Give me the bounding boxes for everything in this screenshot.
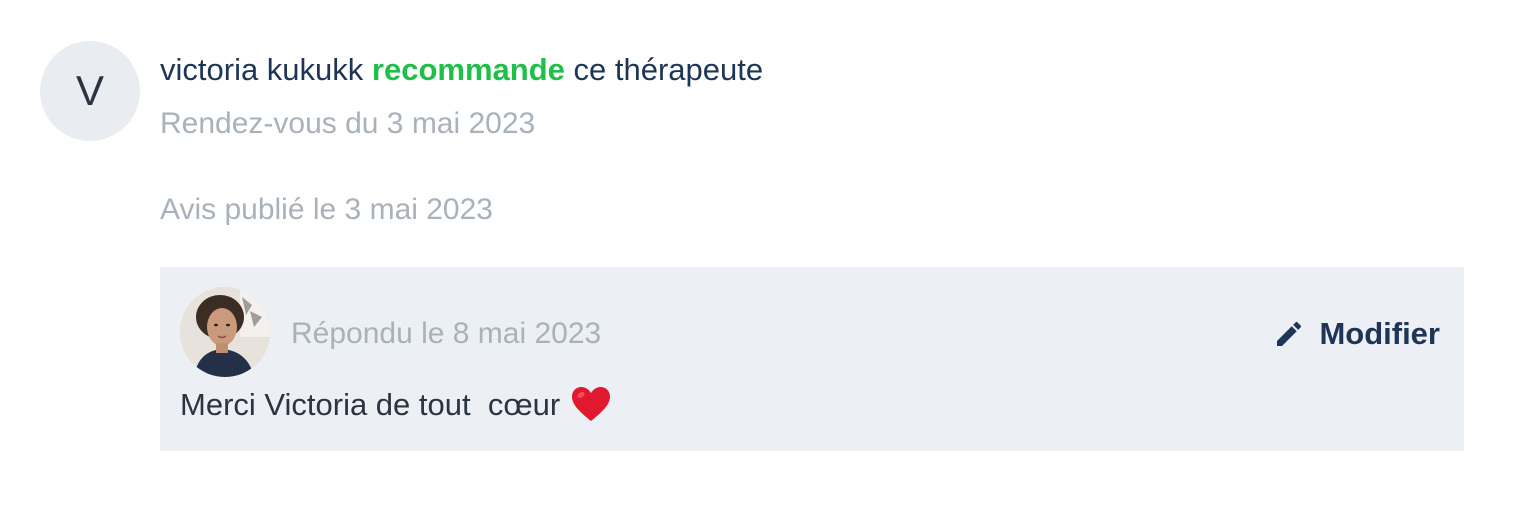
reviewer-name: victoria kukukk: [160, 52, 364, 87]
reply-message-text: Merci Victoria de tout cœur: [180, 387, 561, 422]
therapist-avatar: [180, 287, 270, 377]
reply-date: Répondu le 8 mai 2023: [291, 317, 602, 350]
avatar-initial: V: [75, 67, 104, 114]
reply-message: Merci Victoria de tout cœur: [180, 385, 612, 425]
review-headline: victoria kukukk recommande ce thérapeute: [160, 50, 763, 90]
published-date: Avis publié le 3 mai 2023: [160, 193, 493, 226]
appointment-date: Rendez-vous du 3 mai 2023: [160, 107, 536, 140]
edit-reply-button[interactable]: Modifier: [1273, 314, 1440, 354]
review-card: V victoria kukukk recommande ce thérapeu…: [0, 0, 1523, 522]
reply-box: Répondu le 8 mai 2023 Modifier Merci Vic…: [160, 267, 1464, 451]
reviewer-avatar: V: [40, 41, 140, 141]
red-heart-icon: [572, 387, 611, 421]
recommend-label: recommande: [371, 52, 565, 87]
therapist-photo: [180, 287, 270, 377]
edit-label: Modifier: [1319, 316, 1440, 351]
headline-suffix: ce thérapeute: [573, 52, 764, 87]
pencil-icon: [1277, 321, 1302, 346]
